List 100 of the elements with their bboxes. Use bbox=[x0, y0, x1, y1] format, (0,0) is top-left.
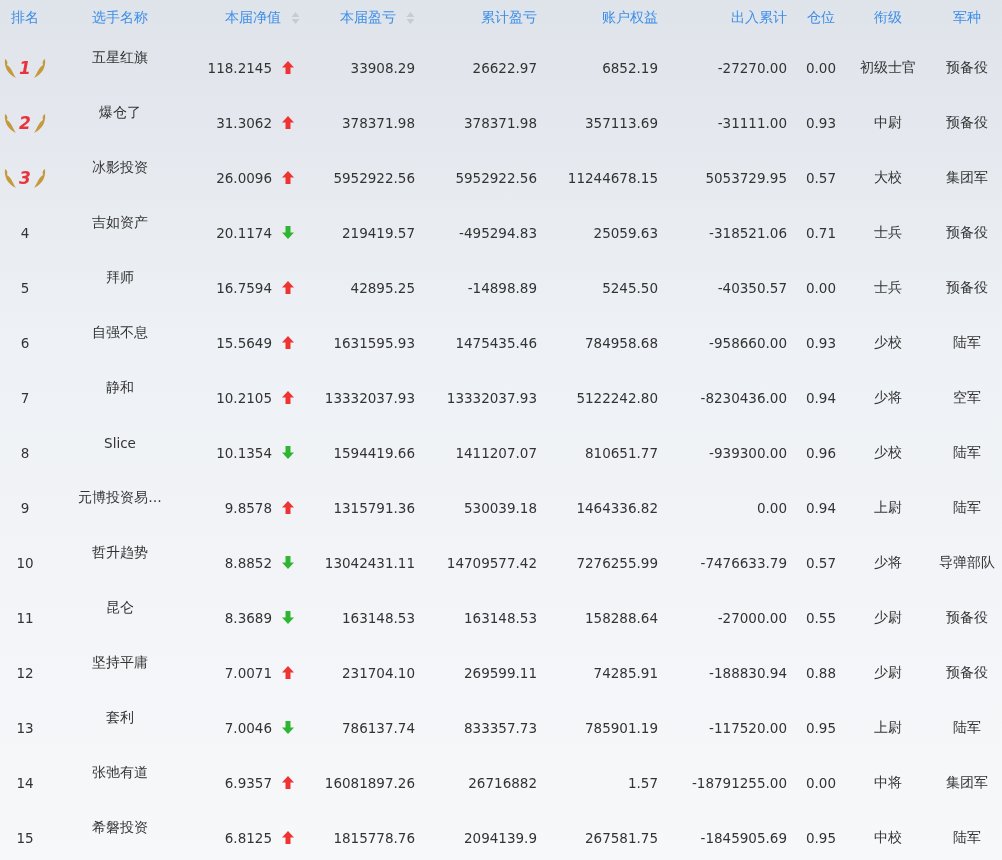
rank-title: 中校 bbox=[874, 828, 902, 847]
sort-icon[interactable] bbox=[291, 10, 300, 25]
branch-label: 预备役 bbox=[945, 608, 988, 627]
branch-label: 陆军 bbox=[952, 718, 981, 737]
pnl-value: 378371.98 bbox=[342, 114, 415, 131]
position-value: 0.57 bbox=[805, 554, 837, 571]
player-name: 套利 bbox=[106, 708, 134, 727]
rank-number: 9 bbox=[20, 499, 30, 516]
net-value: 31.3062 bbox=[216, 114, 272, 131]
cumulative-pnl-value: 1475435.46 bbox=[455, 334, 537, 351]
net-value: 10.1354 bbox=[216, 444, 272, 461]
net-value: 26.0096 bbox=[216, 169, 272, 186]
net-value: 118.2145 bbox=[207, 59, 272, 76]
pnl-value: 13332037.93 bbox=[324, 389, 415, 406]
rank-title: 少将 bbox=[874, 388, 902, 407]
rank-title: 少尉 bbox=[874, 608, 902, 627]
cumulative-pnl-value: -495294.83 bbox=[459, 224, 537, 241]
net-value: 10.2105 bbox=[216, 389, 272, 406]
net-value: 7.0071 bbox=[224, 664, 272, 681]
cumulative-pnl-value: 530039.18 bbox=[464, 499, 537, 516]
cumulative-pnl-value: 13332037.93 bbox=[446, 389, 537, 406]
column-header: 选手名称 bbox=[92, 8, 148, 27]
branch-label: 空军 bbox=[952, 388, 981, 407]
player-name: 哲升趋势 bbox=[92, 543, 148, 562]
rank-number: 10 bbox=[16, 554, 34, 571]
equity-value: 25059.63 bbox=[593, 224, 658, 241]
net-value: 8.8852 bbox=[224, 554, 272, 571]
net-value: 15.5649 bbox=[216, 334, 272, 351]
net-value: 16.7594 bbox=[216, 279, 272, 296]
equity-value: 74285.91 bbox=[593, 664, 658, 681]
pnl-value: 42895.25 bbox=[350, 279, 415, 296]
position-value: 0.94 bbox=[805, 389, 837, 406]
branch-label: 陆军 bbox=[952, 498, 981, 517]
rank-number: 15 bbox=[16, 829, 34, 846]
rank-number: 13 bbox=[16, 719, 34, 736]
branch-label: 预备役 bbox=[945, 223, 988, 242]
column-header: 军种 bbox=[952, 8, 981, 27]
equity-value: 158288.64 bbox=[585, 609, 658, 626]
net-value: 20.1174 bbox=[216, 224, 272, 241]
in-out-value: -117520.00 bbox=[709, 719, 787, 736]
branch-label: 预备役 bbox=[945, 663, 988, 682]
in-out-value: -1845905.69 bbox=[700, 829, 787, 846]
rank-number: 12 bbox=[16, 664, 34, 681]
sort-icon[interactable] bbox=[406, 10, 415, 25]
rank-title: 上尉 bbox=[874, 498, 902, 517]
branch-label: 陆军 bbox=[952, 333, 981, 352]
in-out-value: -939300.00 bbox=[709, 444, 787, 461]
pnl-value: 1315791.36 bbox=[333, 499, 415, 516]
equity-value: 785901.19 bbox=[585, 719, 658, 736]
rank-number: 3 bbox=[19, 167, 31, 188]
pnl-value: 1815778.76 bbox=[333, 829, 415, 846]
rank-title: 中尉 bbox=[874, 113, 902, 132]
branch-label: 陆军 bbox=[952, 828, 981, 847]
rank-number: 8 bbox=[20, 444, 30, 461]
in-out-value: -27000.00 bbox=[717, 609, 787, 626]
equity-value: 1464336.82 bbox=[576, 499, 658, 516]
rank-title: 大校 bbox=[874, 168, 902, 187]
branch-label: 预备役 bbox=[945, 278, 988, 297]
position-value: 0.96 bbox=[805, 444, 837, 461]
player-name: 希磐投资 bbox=[92, 818, 148, 837]
cumulative-pnl-value: 14709577.42 bbox=[446, 554, 537, 571]
pnl-value: 163148.53 bbox=[342, 609, 415, 626]
in-out-value: -958660.00 bbox=[709, 334, 787, 351]
rank-number: 7 bbox=[20, 389, 30, 406]
rank-title: 初级士官 bbox=[860, 58, 916, 77]
pnl-value: 231704.10 bbox=[342, 664, 415, 681]
column-header: 衔级 bbox=[874, 8, 902, 27]
pnl-value: 16081897.26 bbox=[324, 774, 415, 791]
cumulative-pnl-value: 26716882 bbox=[468, 774, 537, 791]
net-value: 7.0046 bbox=[224, 719, 272, 736]
pnl-value: 1594419.66 bbox=[333, 444, 415, 461]
column-header: 排名 bbox=[11, 8, 39, 27]
column-header[interactable]: 本届净值 bbox=[225, 8, 281, 27]
in-out-value: 0.00 bbox=[756, 499, 787, 516]
position-value: 0.57 bbox=[805, 169, 837, 186]
position-value: 0.95 bbox=[805, 719, 837, 736]
player-name: 元博投资易… bbox=[78, 488, 162, 507]
cumulative-pnl-value: 1411207.07 bbox=[455, 444, 537, 461]
rank-title: 士兵 bbox=[874, 278, 902, 297]
net-value: 6.9357 bbox=[224, 774, 272, 791]
column-header: 账户权益 bbox=[602, 8, 658, 27]
cumulative-pnl-value: 378371.98 bbox=[464, 114, 537, 131]
equity-value: 5245.50 bbox=[602, 279, 658, 296]
rank-title: 中将 bbox=[874, 773, 902, 792]
rank-number: 1 bbox=[19, 57, 31, 78]
branch-label: 预备役 bbox=[945, 113, 988, 132]
position-value: 0.93 bbox=[805, 114, 837, 131]
rank-title: 上尉 bbox=[874, 718, 902, 737]
rank-title: 少校 bbox=[874, 443, 902, 462]
rank-number: 14 bbox=[16, 774, 34, 791]
column-header: 累计盈亏 bbox=[481, 8, 537, 27]
branch-label: 导弹部队 bbox=[938, 553, 995, 572]
cumulative-pnl-value: 163148.53 bbox=[464, 609, 537, 626]
player-name: 爆仓了 bbox=[99, 103, 141, 122]
player-name: 坚持平庸 bbox=[92, 653, 148, 672]
equity-value: 784958.68 bbox=[585, 334, 658, 351]
player-name: 冰影投资 bbox=[92, 158, 148, 177]
in-out-value: -31111.00 bbox=[717, 114, 787, 131]
column-header[interactable]: 本届盈亏 bbox=[340, 8, 396, 27]
player-name: 自强不息 bbox=[92, 323, 148, 342]
